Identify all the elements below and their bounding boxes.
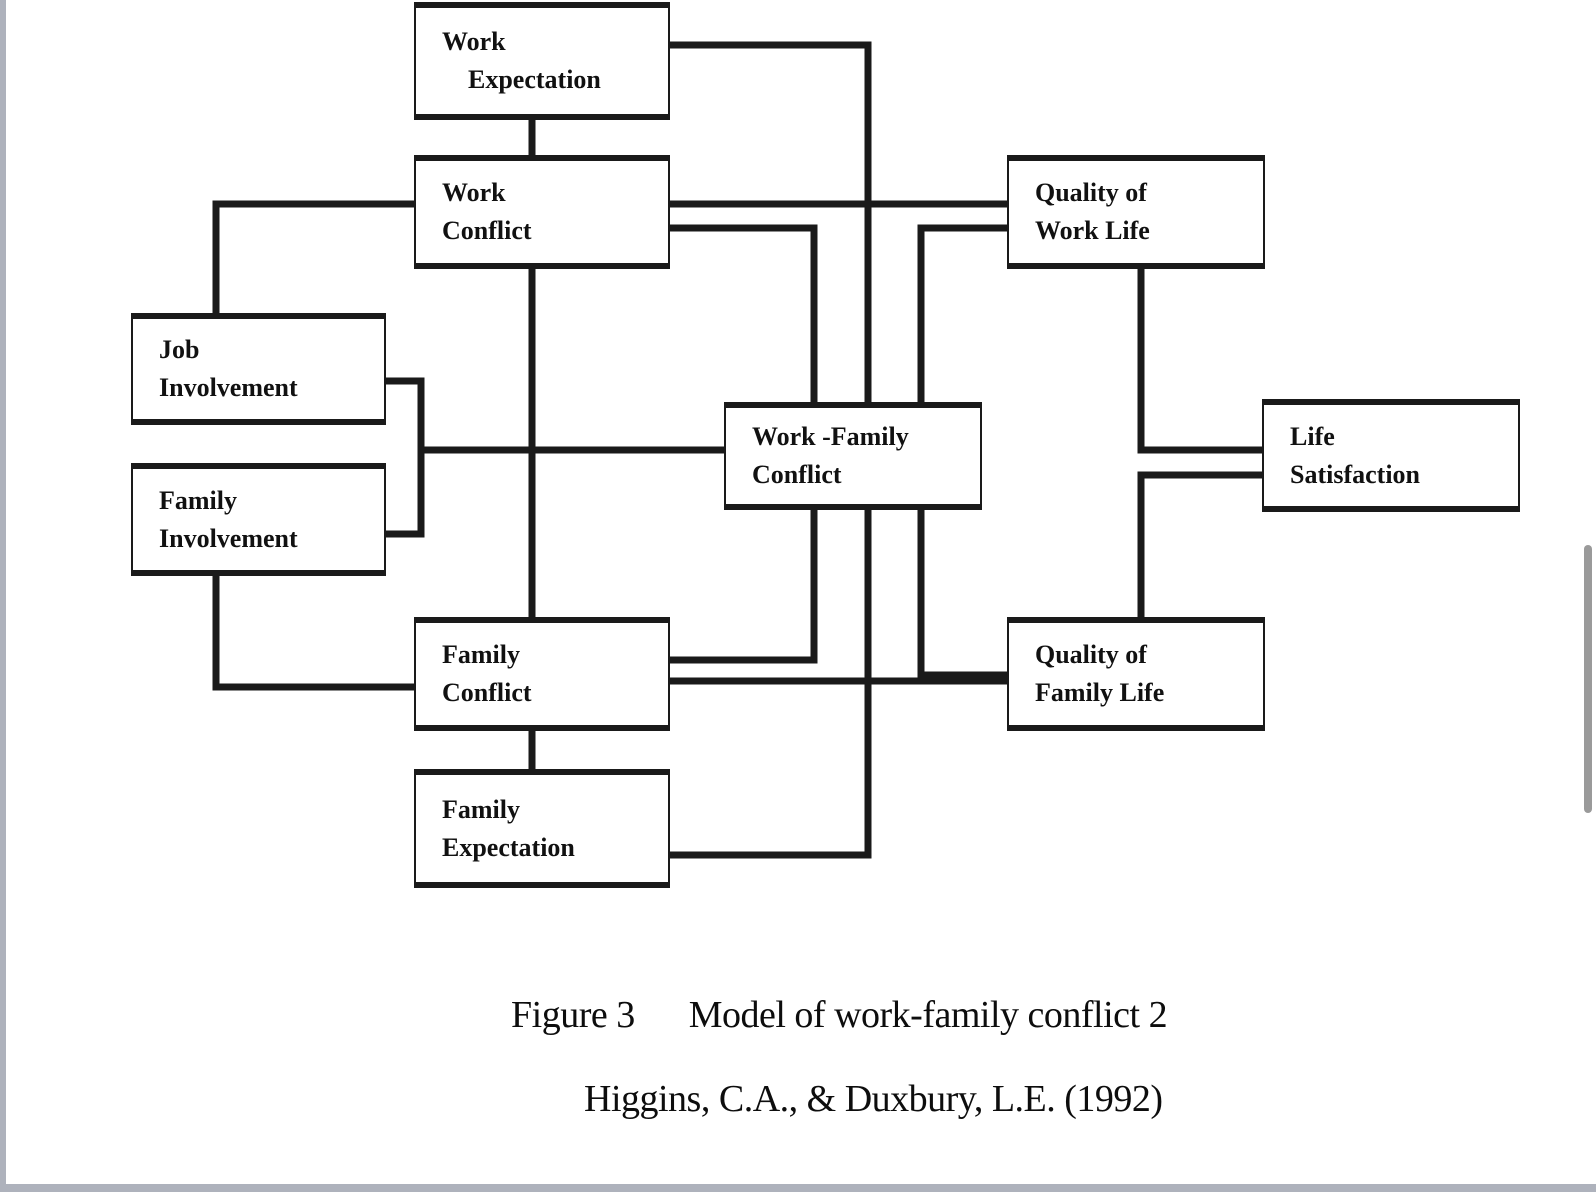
edge-family-involvement-to-family-conflict [212,576,414,691]
edge-job-involvement-to-work-family-conflict [386,377,724,454]
node-label-line1: Work [442,178,506,208]
node-family-conflict[interactable]: Family Conflict [414,617,670,731]
node-label-line2: Conflict [442,216,532,245]
edge-family-involvement-to-work-family-conflict [386,450,425,538]
node-work-family-conflict[interactable]: Work -Family Conflict [724,402,982,510]
node-quality-of-family-life[interactable]: Quality of Family Life [1007,617,1265,731]
node-label-line1: Quality of [1035,178,1147,208]
node-family-expectation[interactable]: Family Expectation [414,769,670,888]
node-job-involvement[interactable]: Job Involvement [131,313,386,425]
edge-work-conflict-to-work-family-conflict [670,224,818,402]
edge-quality-of-work-life-to-life-satisfaction [1137,269,1262,454]
node-label-line2: Conflict [442,678,532,707]
figure-citation: Higgins, C.A., & Duxbury, L.E. (1992) [584,1078,1163,1120]
edge-work-family-conflict-to-quality-of-family-life [917,510,1007,679]
node-family-involvement[interactable]: Family Involvement [131,463,386,576]
node-label-line1: Job [159,335,200,365]
node-label-line1: Work -Family [752,422,909,452]
node-label-line1: Family [442,794,520,824]
node-work-conflict[interactable]: Work Conflict [414,155,670,269]
node-label-line2: Family Life [1035,678,1165,707]
node-label-line1: Quality of [1035,640,1147,670]
vertical-scrollbar[interactable] [1580,0,1596,1184]
edge-family-conflict-to-work-family-conflict [670,510,818,664]
node-label-line1: Life [1290,421,1335,451]
node-quality-of-work-life[interactable]: Quality of Work Life [1007,155,1265,269]
node-label-line2: Conflict [752,460,842,489]
node-label-line2: Involvement [159,523,298,553]
node-label-line2: Expectation [442,832,575,862]
node-label-line2: Satisfaction [1290,459,1420,489]
document-page: Work Expectation Work Conflict Job Invol… [0,0,1596,1192]
node-work-expectation[interactable]: Work Expectation [414,2,670,120]
node-label-line1: Family [159,485,237,515]
edge-work-conflict-to-job-involvement [212,200,414,313]
node-label-line2: Expectation [468,65,601,94]
figure-caption: Figure 3 Model of work-family conflict 2 [511,994,1168,1036]
edge-work-family-conflict-to-quality-of-work-life [917,224,1007,402]
node-label-line1: Family [442,640,520,670]
edge-quality-of-family-life-to-life-satisfaction [1137,471,1262,617]
node-label-line1: Work [442,27,506,57]
scrollbar-thumb[interactable] [1584,545,1592,813]
node-life-satisfaction[interactable]: Life Satisfaction [1262,399,1520,512]
figure-work-family-conflict-model: Work Expectation Work Conflict Job Invol… [6,0,1596,1184]
node-label-line2: Work Life [1035,216,1150,245]
node-label-line2: Involvement [159,373,298,402]
